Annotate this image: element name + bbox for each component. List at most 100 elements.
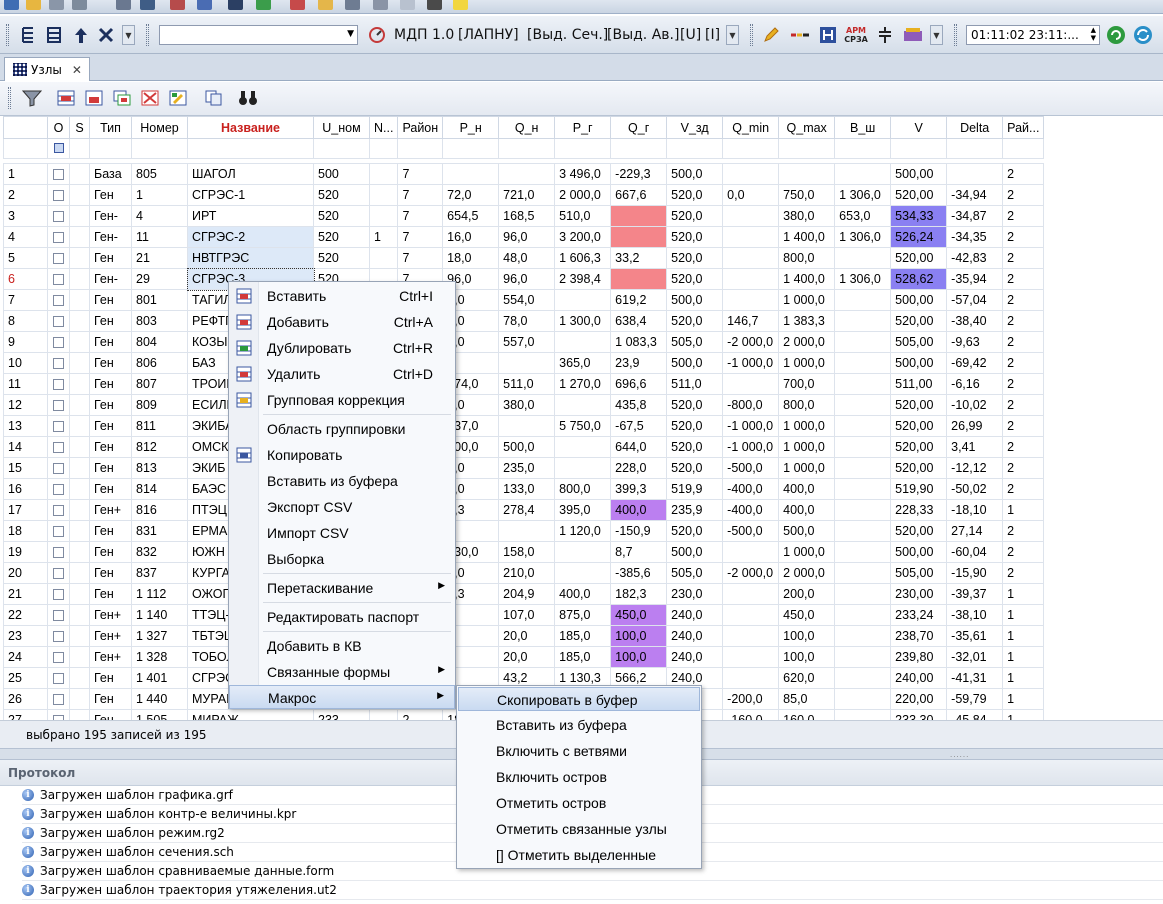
table-cell[interactable] <box>834 562 892 584</box>
toolbar-dropdown[interactable]: ▼ <box>122 25 135 45</box>
table-cell[interactable]: 435,8 <box>610 394 668 416</box>
table-cell[interactable]: Ген- <box>89 205 132 227</box>
table-cell[interactable]: -15,90 <box>946 562 1004 584</box>
table-cell[interactable] <box>610 205 668 227</box>
table-cell[interactable]: 1 <box>1002 646 1045 668</box>
table-cell[interactable]: 20,0 <box>498 646 556 668</box>
checkbox-cell[interactable] <box>47 247 70 269</box>
menu-item[interactable]: Область группировки <box>229 417 455 441</box>
table-cell[interactable]: 811 <box>131 415 188 437</box>
table-cell[interactable]: -1 000,0 <box>722 352 780 374</box>
table-cell[interactable] <box>722 541 780 563</box>
table-cell[interactable]: -6,16 <box>946 373 1004 395</box>
checkbox-cell[interactable] <box>47 541 70 563</box>
table-cell[interactable]: -500,0 <box>722 520 780 542</box>
table-cell[interactable]: 2 <box>1002 415 1045 437</box>
table-cell[interactable]: 837 <box>131 562 188 584</box>
row-checkbox[interactable] <box>53 379 64 391</box>
table-cell[interactable]: 1 606,3 <box>554 247 612 269</box>
table-cell[interactable]: 1 <box>3 163 48 185</box>
checkbox-cell[interactable] <box>47 478 70 500</box>
table-cell[interactable] <box>834 331 892 353</box>
table-cell[interactable]: -57,04 <box>946 289 1004 311</box>
table-cell[interactable]: 15 <box>3 457 48 479</box>
table-cell[interactable]: 2 <box>1002 457 1045 479</box>
table-cell[interactable]: 520 <box>313 247 370 269</box>
table-cell[interactable]: 696,6 <box>610 373 668 395</box>
table-cell[interactable]: -59,79 <box>946 688 1004 710</box>
checkbox-cell[interactable] <box>69 352 90 374</box>
table-cell[interactable]: 182,3 <box>610 583 668 605</box>
table-cell[interactable] <box>834 436 892 458</box>
table-cell[interactable]: 210,0 <box>498 562 556 584</box>
row-checkbox[interactable] <box>53 190 64 202</box>
table-cell[interactable]: 520,0 <box>666 520 724 542</box>
table-cell[interactable]: 33,2 <box>610 247 668 269</box>
line-style-icon[interactable] <box>790 25 810 45</box>
row-checkbox[interactable] <box>53 526 64 538</box>
table-cell[interactable]: Ген+ <box>89 625 132 647</box>
table-cell[interactable]: 520,0 <box>666 415 724 437</box>
table-cell[interactable]: Ген <box>89 415 132 437</box>
table-cell[interactable]: 2 <box>1002 184 1045 206</box>
table-cell[interactable]: 801 <box>131 289 188 311</box>
filter-toggle-icon[interactable] <box>53 142 64 153</box>
table-cell[interactable] <box>834 646 892 668</box>
table-cell[interactable]: -38,40 <box>946 310 1004 332</box>
table-cell[interactable]: 380,0 <box>498 394 556 416</box>
save-icon[interactable] <box>4 0 19 10</box>
submenu-item[interactable]: Отметить связанные узлы <box>458 817 700 841</box>
table-cell[interactable]: 520,0 <box>666 457 724 479</box>
table-cell[interactable]: 520 <box>313 184 370 206</box>
col-header[interactable]: N... <box>368 116 399 139</box>
col-header[interactable]: V_зд <box>666 116 724 139</box>
row-checkbox[interactable] <box>53 421 64 433</box>
col-header[interactable]: O <box>47 116 70 139</box>
table-cell[interactable]: 2 <box>1002 247 1045 269</box>
table-cell[interactable]: 520,00 <box>890 394 948 416</box>
table-cell[interactable] <box>498 352 556 374</box>
info-icon[interactable] <box>400 0 415 10</box>
table-cell[interactable]: Ген <box>89 520 132 542</box>
network-graph-icon[interactable] <box>140 0 155 10</box>
table-cell[interactable]: 11 <box>3 373 48 395</box>
table-cell[interactable]: -34,35 <box>946 226 1004 248</box>
play-green-icon[interactable] <box>1106 25 1126 45</box>
table-cell[interactable]: 667,6 <box>610 184 668 206</box>
tree-icon[interactable] <box>18 25 38 45</box>
table-cell[interactable]: 235,0 <box>498 457 556 479</box>
chart-icon[interactable] <box>290 0 305 10</box>
table-cell[interactable]: 500,0 <box>666 289 724 311</box>
table-cell[interactable] <box>722 289 780 311</box>
table-cell[interactable]: 1 306,0 <box>834 268 892 290</box>
table-cell[interactable]: Ген <box>89 688 132 710</box>
table-row[interactable]: 7Ген801ТАГИЛ0,0554,0619,2500,01 000,0500… <box>3 289 1045 311</box>
table-cell[interactable] <box>554 562 612 584</box>
table-cell[interactable]: 500,00 <box>890 541 948 563</box>
col-header[interactable]: Тип <box>89 116 132 139</box>
table-cell[interactable]: 813 <box>131 457 188 479</box>
table-cell[interactable]: -2 000,0 <box>722 562 780 584</box>
table-cell[interactable]: 146,7 <box>722 310 780 332</box>
table-cell[interactable] <box>722 373 780 395</box>
toolbar-grip[interactable] <box>146 24 149 46</box>
row-checkbox[interactable] <box>53 547 64 559</box>
checkbox-cell[interactable] <box>47 184 70 206</box>
table-row[interactable]: 11 Ген 807 ТРОИЦ 574,0 511,0 1 270,0 696,6 511,0… <box>3 373 1045 395</box>
row-checkbox[interactable] <box>53 610 64 622</box>
menu-item[interactable]: Экспорт CSV <box>229 495 455 519</box>
table-cell[interactable]: 806 <box>131 352 188 374</box>
toolbar-grip[interactable] <box>6 24 9 46</box>
speedometer-icon[interactable] <box>367 25 387 45</box>
table-cell[interactable]: 133,0 <box>498 478 556 500</box>
table-cell[interactable]: 7 <box>397 163 444 185</box>
table-cell[interactable]: 20,0 <box>498 625 556 647</box>
row-checkbox[interactable] <box>53 232 64 244</box>
table-cell[interactable]: Ген <box>89 667 132 689</box>
table-cell[interactable]: 185,0 <box>554 625 612 647</box>
table-cell[interactable]: 200,0 <box>778 583 836 605</box>
table-cell[interactable]: 10 <box>3 352 48 374</box>
table-cell[interactable]: 21 <box>131 247 188 269</box>
table-cell[interactable]: -200,0 <box>722 688 780 710</box>
table-cell[interactable]: 700,0 <box>778 373 836 395</box>
